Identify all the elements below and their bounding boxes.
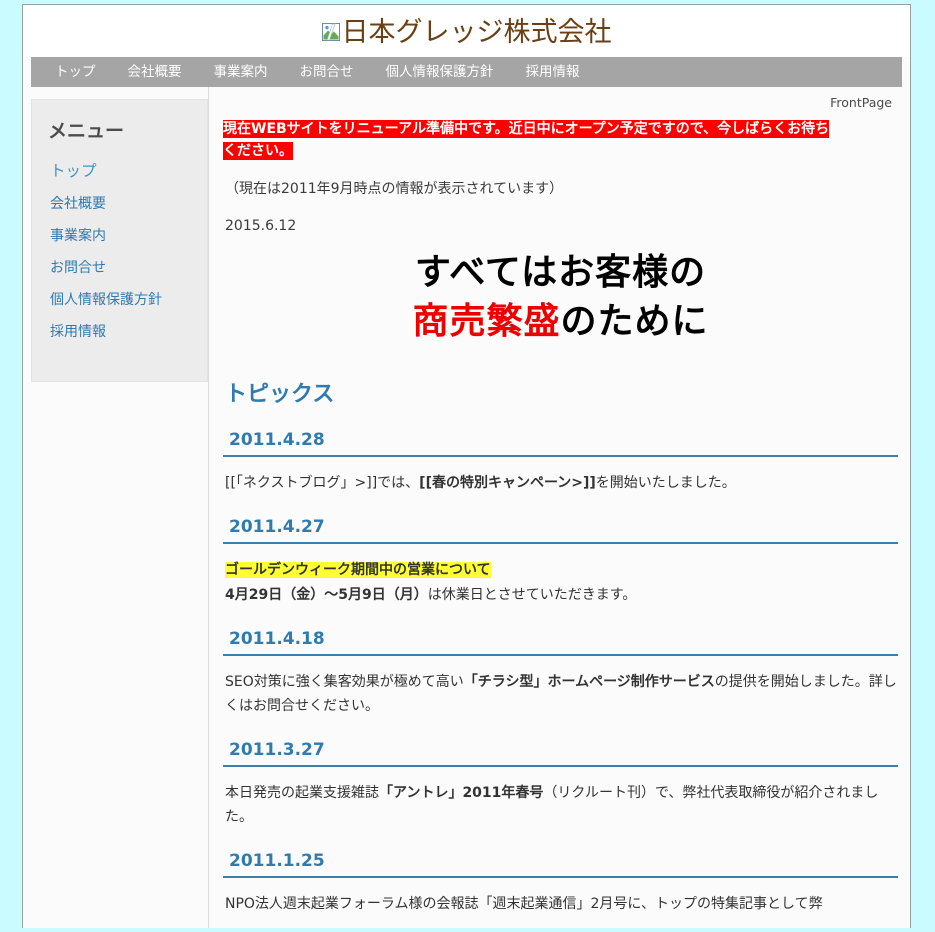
- slogan-accent-text: 商売繁盛: [412, 301, 561, 343]
- sidebar-link-recruit[interactable]: 採用情報: [46, 315, 193, 347]
- sidebar-link-privacy-policy[interactable]: 個人情報保護方針: [46, 283, 193, 315]
- topic-body: NPO法人週末起業フォーラム様の会報誌「週末起業通信」2月号に、トップの特集記事…: [225, 892, 898, 916]
- slogan-line-2: 商売繁盛のために: [223, 299, 898, 344]
- sidebar-item-top[interactable]: トップ: [46, 153, 193, 187]
- sidebar-item-company-profile[interactable]: 会社概要: [46, 187, 193, 219]
- page-container: 日本グレッジ株式会社 トップ 会社概要 事業案内 お問合せ 個人情報保護方針 採…: [22, 4, 911, 928]
- sidebar-item-privacy-policy[interactable]: 個人情報保護方針: [46, 283, 193, 315]
- topics-heading: トピックス: [225, 382, 335, 408]
- site-header: 日本グレッジ株式会社: [23, 5, 910, 57]
- main-navigation: トップ 会社概要 事業案内 お問合せ 個人情報保護方針 採用情報: [31, 57, 902, 87]
- nav-item-top[interactable]: トップ: [39, 57, 112, 87]
- sidebar-item-contact[interactable]: お問合せ: [46, 251, 193, 283]
- broken-image-icon: [321, 19, 340, 41]
- topic-body: SEO対策に強く集客効果が極めて高い「チラシ型」ホームページ制作サービスの提供を…: [225, 670, 898, 718]
- topic-date: 2011.3.27: [223, 734, 898, 767]
- sidebar-item-recruit[interactable]: 採用情報: [46, 315, 193, 347]
- slogan-rest-text: のために: [560, 301, 709, 343]
- sidebar-link-company-profile[interactable]: 会社概要: [46, 187, 193, 219]
- sidebar-heading: メニュー: [48, 120, 125, 142]
- slogan-line-1: すべてはお客様の: [414, 252, 707, 294]
- main-content: FrontPage 現在WEBサイトをリニューアル準備中です。近日中にオープン予…: [209, 87, 910, 928]
- sidebar-menu-list: トップ 会社概要 事業案内 お問合せ 個人情報保護方針 採用情報: [46, 153, 193, 347]
- nav-item-business-guide[interactable]: 事業案内: [198, 57, 284, 87]
- topic-body: 本日発売の起業支援雑誌「アントレ」2011年春号（リクルート刊）で、弊社代表取締…: [225, 781, 898, 829]
- topic-text-part-bold: 4月29日（金）～5月9日（月）: [225, 586, 428, 603]
- nav-item-contact[interactable]: お問合せ: [284, 57, 370, 87]
- topic-date: 2011.4.18: [223, 623, 898, 656]
- topic-text-part: NPO法人週末起業フォーラム様の会報誌「週末起業通信」2月号に、トップの特集記事…: [225, 895, 823, 912]
- updated-date: 2015.6.12: [225, 218, 297, 235]
- sidebar-link-business-guide[interactable]: 事業案内: [46, 219, 193, 251]
- topic-text-part: [[「ネクストブログ」>]]では、: [225, 475, 420, 492]
- topic-highlight-text: ゴールデンウィーク期間中の営業について: [225, 562, 491, 579]
- renewal-notice-line2: ください。: [223, 141, 293, 160]
- topic-text-part-bold: 「チラシ型」ホームページ制作サービス: [463, 673, 715, 690]
- topic-text-part: を開始いたしました。: [595, 475, 736, 492]
- info-date-note: （現在は2011年9月時点の情報が表示されています）: [225, 181, 564, 198]
- slogan-banner: すべてはお客様の 商売繁盛のために: [223, 248, 898, 350]
- nav-item-privacy-policy[interactable]: 個人情報保護方針: [370, 57, 510, 87]
- topic-date: 2011.4.27: [223, 511, 898, 545]
- topic-body: [[「ネクストブログ」>]]では、[[春の特別キャンペーン>]]を開始いたしまし…: [225, 471, 898, 495]
- topic-text-part: は休業日とさせていただきます。: [427, 586, 637, 603]
- topic-text-part: 本日発売の起業支援雑誌: [225, 784, 379, 801]
- nav-item-recruit[interactable]: 採用情報: [510, 57, 596, 87]
- topic-text-part: SEO対策に強く集客効果が極めて高い: [225, 673, 464, 690]
- renewal-notice: 現在WEBサイトをリニューアル準備中です。近日中にオープン予定ですので、今しばら…: [223, 119, 898, 162]
- sidebar-menu-box: メニュー トップ 会社概要 事業案内 お問合せ 個人情報保護方針 採用情報: [31, 99, 208, 382]
- sidebar-link-contact[interactable]: お問合せ: [46, 251, 193, 283]
- sidebar: メニュー トップ 会社概要 事業案内 お問合せ 個人情報保護方針 採用情報: [23, 87, 209, 928]
- nav-item-company-profile[interactable]: 会社概要: [112, 57, 198, 87]
- sidebar-link-top[interactable]: トップ: [46, 153, 193, 187]
- content-wrapper: メニュー トップ 会社概要 事業案内 お問合せ 個人情報保護方針 採用情報 Fr…: [23, 87, 910, 928]
- topic-date: 2011.4.28: [223, 424, 898, 458]
- topic-date: 2011.1.25: [223, 845, 898, 878]
- breadcrumb[interactable]: FrontPage: [830, 95, 892, 110]
- sidebar-item-business-guide[interactable]: 事業案内: [46, 219, 193, 251]
- topic-body: ゴールデンウィーク期間中の営業について 4月29日（金）～5月9日（月）は休業日と…: [225, 558, 898, 606]
- renewal-notice-line1: 現在WEBサイトをリニューアル準備中です。近日中にオープン予定ですので、今しばら…: [223, 120, 830, 138]
- breadcrumb-row: FrontPage: [223, 87, 898, 115]
- site-title-text: 日本グレッジ株式会社: [341, 16, 612, 48]
- topic-text-part-bold: 「アントレ」2011年春号: [379, 784, 544, 801]
- topic-text-part-bold: [[春の特別キャンペーン>]]: [419, 475, 596, 492]
- site-title: 日本グレッジ株式会社: [321, 16, 612, 48]
